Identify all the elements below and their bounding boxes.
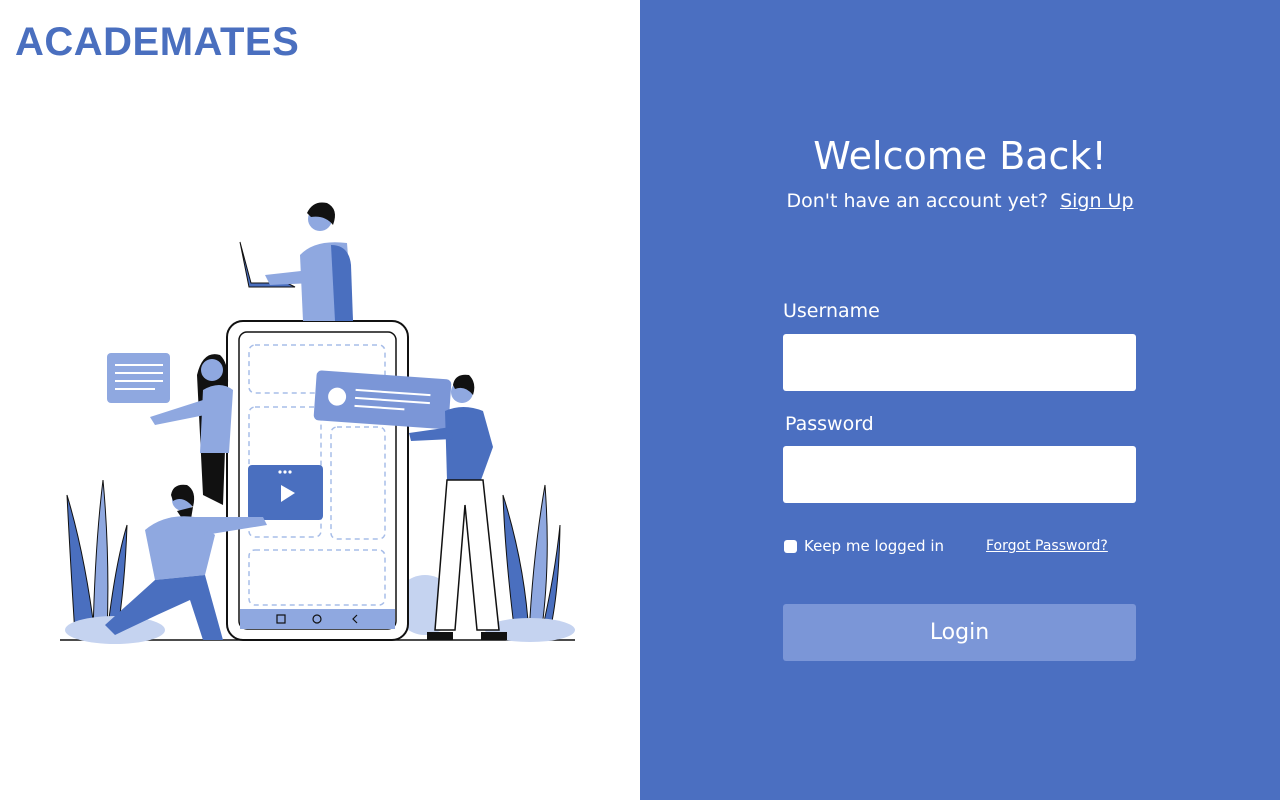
password-label: Password bbox=[785, 413, 874, 435]
signup-link[interactable]: Sign Up bbox=[1060, 190, 1133, 212]
signup-prompt-text: Don't have an account yet? bbox=[786, 190, 1049, 212]
keep-logged-in-checkbox[interactable] bbox=[784, 539, 797, 553]
password-input[interactable] bbox=[783, 446, 1136, 503]
signup-prompt: Don't have an account yet? Sign Up bbox=[640, 190, 1280, 212]
login-panel: Welcome Back! Don't have an account yet?… bbox=[640, 0, 1280, 800]
welcome-heading: Welcome Back! bbox=[813, 134, 1107, 178]
login-button[interactable]: Login bbox=[783, 604, 1136, 661]
username-input[interactable] bbox=[783, 334, 1136, 391]
keep-logged-in-row: Keep me logged in bbox=[784, 537, 944, 555]
team-collaboration-illustration bbox=[60, 202, 575, 644]
username-label: Username bbox=[783, 300, 880, 322]
brand-logo: ACADEMATES bbox=[15, 20, 300, 64]
keep-logged-in-label: Keep me logged in bbox=[804, 537, 945, 555]
forgot-password-link[interactable]: Forgot Password? bbox=[986, 538, 1108, 554]
illustration-panel: ACADEMATES bbox=[0, 0, 640, 800]
